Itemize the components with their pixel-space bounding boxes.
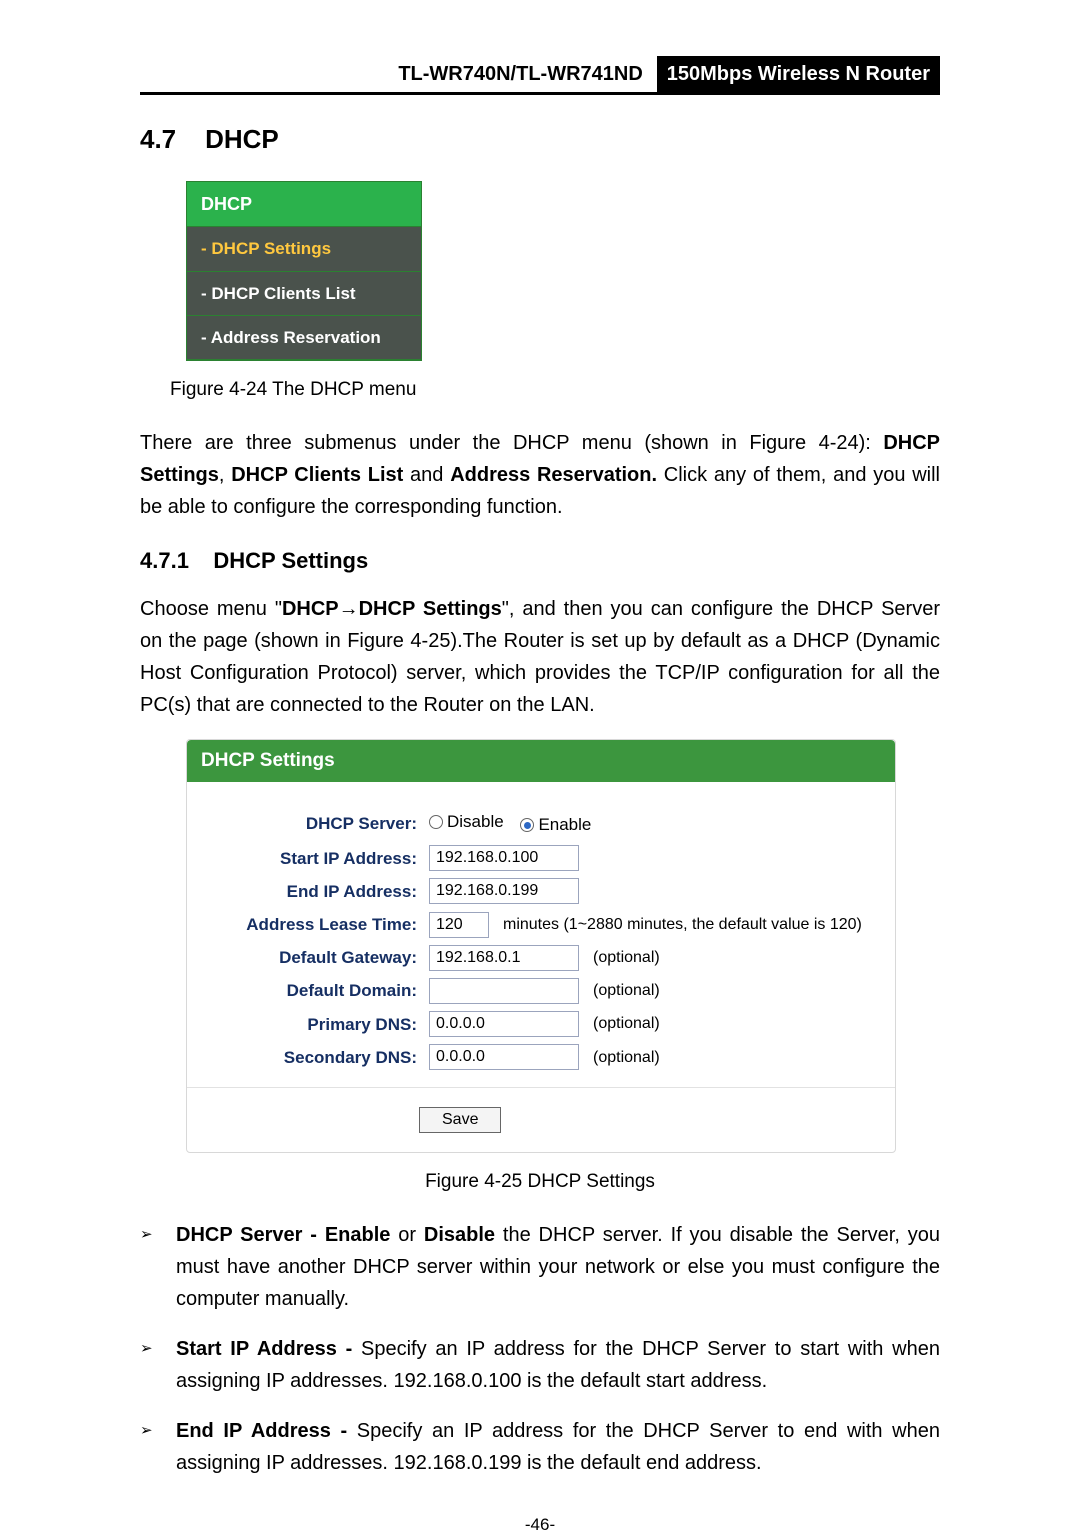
lease-note: minutes (1~2880 minutes, the default val… (503, 912, 862, 938)
menu-title: DHCP (187, 182, 421, 228)
header-badge: 150Mbps Wireless N Router (657, 56, 940, 92)
start-ip-input[interactable] (429, 845, 579, 871)
page-number: -46- (140, 1511, 940, 1538)
pdns-optional: (optional) (593, 1011, 660, 1037)
subsection-title: DHCP Settings (213, 548, 368, 573)
list-item: ➢ End IP Address - Specify an IP address… (140, 1415, 940, 1479)
gateway-input[interactable] (429, 945, 579, 971)
section-num: 4.7 (140, 124, 176, 154)
menu-item-address-reservation[interactable]: - Address Reservation (187, 316, 421, 360)
save-button[interactable]: Save (419, 1107, 501, 1133)
row-domain: Default Domain: (optional) (209, 977, 873, 1004)
sdns-optional: (optional) (593, 1045, 660, 1071)
row-end-ip: End IP Address: (209, 878, 873, 905)
menu-item-dhcp-clients-list[interactable]: - DHCP Clients List (187, 272, 421, 316)
radio-enable[interactable] (520, 818, 534, 832)
section-heading: 4.7 DHCP (140, 119, 940, 161)
label-lease: Address Lease Time: (209, 911, 429, 938)
bullet-arrow-icon: ➢ (140, 1219, 176, 1315)
panel-body: DHCP Server: Disable Enable Start IP Add… (187, 782, 895, 1087)
section-title: DHCP (205, 124, 279, 154)
figure-4-24-caption: Figure 4-24 The DHCP menu (170, 375, 940, 405)
label-sdns: Secondary DNS: (209, 1044, 429, 1071)
radio-disable-wrap[interactable]: Disable (429, 808, 504, 835)
label-end-ip: End IP Address: (209, 878, 429, 905)
panel-footer: Save (187, 1087, 895, 1152)
dhcp-menu: DHCP - DHCP Settings - DHCP Clients List… (186, 181, 422, 361)
domain-input[interactable] (429, 978, 579, 1004)
end-ip-input[interactable] (429, 878, 579, 904)
bullet-arrow-icon: ➢ (140, 1415, 176, 1479)
paragraph-submenus: There are three submenus under the DHCP … (140, 427, 940, 523)
primary-dns-input[interactable] (429, 1011, 579, 1037)
radio-disable[interactable] (429, 815, 443, 829)
gateway-optional: (optional) (593, 945, 660, 971)
subsection-heading: 4.7.1 DHCP Settings (140, 543, 940, 578)
bullet-list: ➢ DHCP Server - Enable or Disable the DH… (140, 1219, 940, 1479)
panel-title: DHCP Settings (187, 740, 895, 782)
row-start-ip: Start IP Address: (209, 845, 873, 872)
figure-4-25-caption: Figure 4-25 DHCP Settings (140, 1167, 940, 1197)
row-lease-time: Address Lease Time: minutes (1~2880 minu… (209, 911, 873, 938)
subsection-num: 4.7.1 (140, 548, 189, 573)
page-header: TL-WR740N/TL-WR741ND 150Mbps Wireless N … (140, 56, 940, 95)
dhcp-settings-panel: DHCP Settings DHCP Server: Disable Enabl… (186, 739, 896, 1153)
row-dhcp-server: DHCP Server: Disable Enable (209, 808, 873, 839)
header-model: TL-WR740N/TL-WR741ND (140, 56, 649, 92)
label-dhcp-server: DHCP Server: (209, 810, 429, 837)
row-primary-dns: Primary DNS: (optional) (209, 1011, 873, 1038)
menu-item-dhcp-settings[interactable]: - DHCP Settings (187, 227, 421, 271)
domain-optional: (optional) (593, 978, 660, 1004)
secondary-dns-input[interactable] (429, 1044, 579, 1070)
row-gateway: Default Gateway: (optional) (209, 944, 873, 971)
paragraph-choose-menu: Choose menu "DHCP→DHCP Settings", and th… (140, 593, 940, 721)
list-item: ➢ DHCP Server - Enable or Disable the DH… (140, 1219, 940, 1315)
lease-input[interactable] (429, 912, 489, 938)
list-item: ➢ Start IP Address - Specify an IP addre… (140, 1333, 940, 1397)
radio-enable-wrap[interactable]: Enable (520, 811, 591, 838)
label-domain: Default Domain: (209, 977, 429, 1004)
label-start-ip: Start IP Address: (209, 845, 429, 872)
bullet-arrow-icon: ➢ (140, 1333, 176, 1397)
label-gateway: Default Gateway: (209, 944, 429, 971)
row-secondary-dns: Secondary DNS: (optional) (209, 1044, 873, 1071)
label-pdns: Primary DNS: (209, 1011, 429, 1038)
